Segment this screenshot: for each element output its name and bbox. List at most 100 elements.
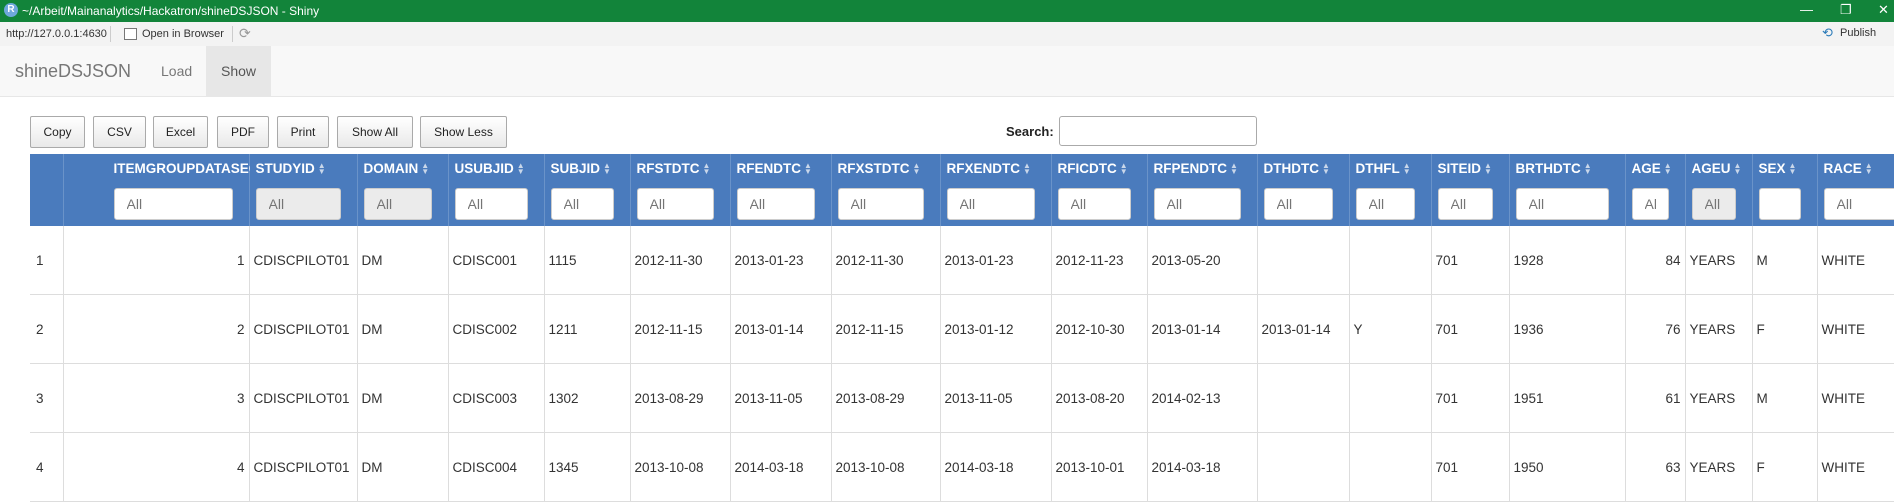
filter-cell bbox=[1509, 182, 1626, 226]
filter-cell bbox=[1685, 182, 1753, 226]
table-cell: 2014-03-18 bbox=[730, 432, 832, 502]
column-filter-input[interactable] bbox=[1631, 188, 1669, 220]
filter-cell bbox=[1257, 182, 1350, 226]
column-filter-input[interactable] bbox=[1758, 188, 1801, 220]
excel-button[interactable]: Excel bbox=[153, 116, 208, 148]
refresh-icon[interactable]: ⟳ bbox=[239, 25, 251, 42]
csv-button[interactable]: CSV bbox=[93, 116, 146, 148]
table-cell: 1951 bbox=[1509, 363, 1626, 433]
column-header[interactable]: RFXSTDTC ▲ ▼ bbox=[831, 154, 941, 182]
table-cell: 2013-11-05 bbox=[730, 363, 832, 433]
column-header[interactable]: SITEID ▲ ▼ bbox=[1431, 154, 1510, 182]
pdf-button[interactable]: PDF bbox=[217, 116, 269, 148]
table-cell: 2 bbox=[63, 294, 250, 364]
column-filter-input[interactable] bbox=[113, 188, 233, 220]
table-cell: WHITE bbox=[1817, 226, 1894, 295]
close-icon[interactable]: ✕ bbox=[1878, 2, 1889, 18]
table-cell: M bbox=[1752, 363, 1818, 433]
column-filter-input[interactable] bbox=[1823, 188, 1894, 220]
table-cell: 2012-10-30 bbox=[1051, 294, 1148, 364]
filter-cell bbox=[1625, 182, 1686, 226]
column-header[interactable]: RFPENDTC ▲ ▼ bbox=[1147, 154, 1258, 182]
table-cell: 76 bbox=[1625, 294, 1686, 364]
column-filter-input[interactable] bbox=[1691, 188, 1736, 220]
column-header[interactable]: STUDYID ▲ ▼ bbox=[249, 154, 358, 182]
print-button[interactable]: Print bbox=[277, 116, 329, 148]
column-filter-input[interactable] bbox=[363, 188, 432, 220]
sort-icon: ▲▼ bbox=[421, 160, 430, 176]
column-header[interactable]: AGEU ▲ ▼ bbox=[1685, 154, 1753, 182]
column-header[interactable]: USUBJID ▲ ▼ bbox=[448, 154, 545, 182]
column-header[interactable]: ITEMGROUPDATASEQ▲▼ bbox=[63, 154, 270, 182]
column-header[interactable]: RFENDTC ▲ ▼ bbox=[730, 154, 832, 182]
column-filter-input[interactable] bbox=[736, 188, 815, 220]
show-all-button[interactable]: Show All bbox=[337, 116, 413, 148]
url-text[interactable]: http://127.0.0.1:4630 bbox=[6, 28, 107, 40]
table-cell: 2012-11-15 bbox=[831, 294, 941, 364]
minimize-icon[interactable]: — bbox=[1800, 2, 1813, 17]
column-filter-input[interactable] bbox=[1263, 188, 1333, 220]
column-filter-input[interactable] bbox=[550, 188, 614, 220]
publish-icon[interactable]: ⟲ bbox=[1822, 25, 1833, 41]
show-less-button[interactable]: Show Less bbox=[420, 116, 507, 148]
table-cell: 2013-10-08 bbox=[831, 432, 941, 502]
table-row[interactable]: 2 2 CDISCPILOT01 DM CDISC002 1211 2012-1… bbox=[30, 294, 1894, 364]
sort-icon: ▲▼ bbox=[1023, 160, 1031, 176]
search-input[interactable] bbox=[1059, 116, 1257, 146]
table-cell: 3 bbox=[63, 363, 250, 433]
table-row[interactable]: 1 1 CDISCPILOT01 DM CDISC001 1115 2012-1… bbox=[30, 226, 1894, 295]
table-cell: 2013-01-14 bbox=[730, 294, 832, 364]
column-header[interactable]: SEX ▲ ▼ bbox=[1752, 154, 1818, 182]
column-header[interactable]: RFXENDTC ▲ ▼ bbox=[940, 154, 1052, 182]
tab-show[interactable]: Show bbox=[206, 46, 272, 96]
table-cell: WHITE bbox=[1817, 432, 1894, 502]
column-header[interactable]: AGE ▲ ▼ bbox=[1625, 154, 1686, 182]
table-cell bbox=[1349, 363, 1432, 433]
restore-icon[interactable]: ❐ bbox=[1840, 2, 1852, 18]
column-header-rownum bbox=[30, 154, 64, 182]
filter-cell bbox=[730, 182, 832, 226]
column-filter-input[interactable] bbox=[1355, 188, 1415, 220]
table-cell: YEARS bbox=[1685, 294, 1753, 364]
column-filter-input[interactable] bbox=[837, 188, 924, 220]
table-row[interactable]: 3 3 CDISCPILOT01 DM CDISC003 1302 2013-0… bbox=[30, 363, 1894, 433]
table-cell: 63 bbox=[1625, 432, 1686, 502]
data-table: ITEMGROUPDATASEQ▲▼ STUDYID▲▼ DOMAIN▲▼ US… bbox=[30, 154, 1894, 502]
table-cell: 4 bbox=[63, 432, 250, 502]
column-filter-input[interactable] bbox=[1153, 188, 1241, 220]
table-cell: 2014-03-18 bbox=[940, 432, 1052, 502]
sort-icon: ▲▼ bbox=[1864, 160, 1873, 176]
table-cell bbox=[1257, 432, 1350, 502]
filter-cell bbox=[831, 182, 941, 226]
sort-icon: ▲▼ bbox=[1402, 160, 1411, 176]
filter-cell bbox=[63, 182, 250, 226]
column-header[interactable]: DOMAIN ▲ ▼ bbox=[357, 154, 449, 182]
column-header[interactable]: DTHDTC ▲ ▼ bbox=[1257, 154, 1350, 182]
column-filter-input[interactable] bbox=[636, 188, 714, 220]
column-filter-input[interactable] bbox=[454, 188, 528, 220]
table-cell: CDISCPILOT01 bbox=[249, 294, 358, 364]
column-header[interactable]: RFSTDTC ▲ ▼ bbox=[630, 154, 731, 182]
table-cell bbox=[1257, 363, 1350, 433]
table-cell bbox=[1257, 226, 1350, 295]
sort-icon: ▲▼ bbox=[516, 160, 525, 176]
open-in-browser-button[interactable]: Open in Browser bbox=[142, 28, 224, 40]
column-header[interactable]: SUBJID ▲ ▼ bbox=[544, 154, 631, 182]
table-cell: 3 bbox=[30, 363, 64, 433]
column-header[interactable]: BRTHDTC ▲ ▼ bbox=[1509, 154, 1626, 182]
column-filter-input[interactable] bbox=[1437, 188, 1493, 220]
column-filter-input[interactable] bbox=[1515, 188, 1609, 220]
copy-button[interactable]: Copy bbox=[30, 116, 85, 148]
column-filter-input[interactable] bbox=[1057, 188, 1131, 220]
table-cell: 2014-03-18 bbox=[1147, 432, 1258, 502]
column-header[interactable]: RFICDTC ▲ ▼ bbox=[1051, 154, 1148, 182]
column-header[interactable]: DTHFL ▲ ▼ bbox=[1349, 154, 1432, 182]
column-filter-input[interactable] bbox=[255, 188, 341, 220]
sort-icon: ▲▼ bbox=[1733, 160, 1742, 176]
publish-button[interactable]: Publish bbox=[1840, 27, 1876, 39]
tab-load[interactable]: Load bbox=[146, 46, 207, 96]
filter-cell bbox=[448, 182, 545, 226]
table-row[interactable]: 4 4 CDISCPILOT01 DM CDISC004 1345 2013-1… bbox=[30, 432, 1894, 502]
column-header[interactable]: RACE ▲ ▼ bbox=[1817, 154, 1894, 182]
column-filter-input[interactable] bbox=[946, 188, 1035, 220]
